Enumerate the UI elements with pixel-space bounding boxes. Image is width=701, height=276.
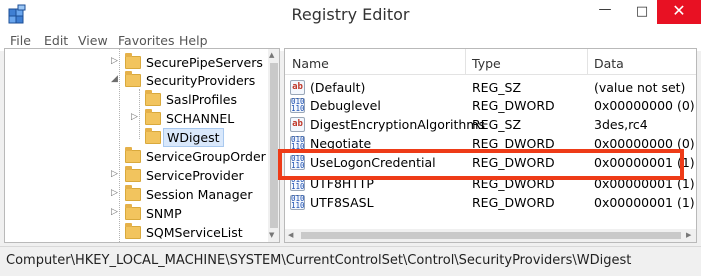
scroll-up-icon[interactable]: ▲ [269,51,274,59]
folder-icon [145,128,161,144]
folder-icon [145,90,161,106]
menu-help[interactable]: Help [179,33,208,48]
folder-icon [125,53,141,69]
minimize-button[interactable]: — [590,2,620,26]
title-bar: Registry Editor — □ ✕ [0,0,701,31]
folder-icon [125,71,141,87]
tree-item-schannel[interactable]: ▷ SCHANNEL [5,109,279,129]
expand-arrow-icon[interactable]: ▷ [111,207,118,217]
scroll-down-icon[interactable]: ▼ [269,231,274,239]
binary-value-icon: 010 110 [290,194,305,210]
scroll-thumb[interactable] [301,232,681,239]
menu-edit[interactable]: Edit [44,33,68,48]
value-row[interactable]: ab (Default) REG_SZ (value not set) [285,79,696,97]
tree-item-wdigest[interactable]: WDigest [5,128,279,148]
column-divider[interactable] [587,49,588,74]
value-name: DigestEncryptionAlgorithms [310,117,485,132]
tree-item-label: SCHANNEL [166,111,235,126]
expand-arrow-icon[interactable]: ▷ [111,169,118,179]
value-row[interactable]: 010 110 UTF8SASL REG_DWORD 0x00000001 (1… [285,194,696,212]
expand-arrow-icon[interactable]: ▷ [131,112,138,122]
binary-value-icon: 010 110 [290,97,305,113]
value-data: (value not set) [594,80,686,95]
value-type: REG_DWORD [472,195,555,210]
tree-item-securepipeservers[interactable]: ▷ SecurePipeServers [5,53,279,73]
folder-icon [125,204,141,220]
value-type: REG_DWORD [472,98,555,113]
tree-item-label: SecurityProviders [146,73,256,88]
folder-icon [145,109,161,125]
menu-view[interactable]: View [78,33,108,48]
tree-item-label: SQMServiceList [146,225,243,240]
menu-file[interactable]: File [10,33,31,48]
string-value-icon: ab [290,80,305,95]
header-divider [285,74,696,75]
tree-item-snmp[interactable]: ▷ SNMP [5,204,279,224]
values-horizontal-scrollbar[interactable]: ◀ ▶ [285,229,696,242]
column-header-type[interactable]: Type [472,56,501,71]
value-name: UTF8SASL [310,195,374,210]
tree-item-label: SNMP [146,206,182,221]
column-divider[interactable] [465,49,466,74]
tree-item-label: ServiceGroupOrder [146,149,266,164]
folder-icon [125,166,141,182]
column-header-data[interactable]: Data [594,56,624,71]
scroll-right-icon[interactable]: ▶ [686,231,691,239]
close-button[interactable]: ✕ [657,0,701,24]
value-row[interactable]: ab DigestEncryptionAlgorithms REG_SZ 3de… [285,116,696,134]
highlight-box [278,149,684,180]
folder-icon [125,147,141,163]
column-header-name[interactable]: Name [292,56,329,71]
values-list[interactable]: Name Type Data ab (Default) REG_SZ (valu… [284,48,697,243]
tree-item-serviceprovider[interactable]: ▷ ServiceProvider [5,166,279,186]
value-type: REG_SZ [472,80,522,95]
tree-item-servicegrouporder[interactable]: ServiceGroupOrder [5,147,279,167]
expand-arrow-icon[interactable]: ▷ [111,188,118,198]
tree-item-label: Session Manager [146,187,253,202]
value-data: 0x00000000 (0) [594,98,695,113]
tree-item-label-selected: WDigest [163,128,224,147]
collapse-arrow-icon[interactable]: ◢ [111,74,118,84]
tree-item-label: ServiceProvider [146,168,244,183]
value-name: (Default) [310,80,366,95]
tree-item-session-manager[interactable]: ▷ Session Manager [5,185,279,205]
expand-arrow-icon[interactable]: ▷ [111,56,118,66]
key-path: Computer\HKEY_LOCAL_MACHINE\SYSTEM\Curre… [6,253,632,268]
string-value-icon: ab [290,117,305,132]
tree-item-saslprofiles[interactable]: SaslProfiles [5,90,279,110]
key-tree[interactable]: ▷ SecurePipeServers ◢ SecurityProviders … [4,48,280,243]
tree-item-securityproviders[interactable]: ◢ SecurityProviders [5,71,279,91]
tree-vertical-scrollbar[interactable]: ▲ ▼ [268,49,279,242]
tree-item-label: SecurePipeServers [146,55,263,70]
status-bar: Computer\HKEY_LOCAL_MACHINE\SYSTEM\Curre… [0,246,701,276]
value-row[interactable]: 010 110 Debuglevel REG_DWORD 0x00000000 … [285,97,696,115]
value-type: REG_SZ [472,117,522,132]
folder-icon [125,185,141,201]
maximize-button[interactable]: □ [627,4,657,28]
scroll-left-icon[interactable]: ◀ [288,231,293,239]
value-data: 3des,rc4 [594,117,648,132]
tree-item-label: SaslProfiles [166,92,237,107]
value-data: 0x00000001 (1) [594,195,695,210]
scroll-thumb[interactable] [270,63,278,228]
menu-favorites[interactable]: Favorites [118,33,174,48]
value-name: Debuglevel [310,98,381,113]
folder-icon [125,223,141,239]
tree-item-sqmservicelist[interactable]: SQMServiceList [5,223,279,242]
